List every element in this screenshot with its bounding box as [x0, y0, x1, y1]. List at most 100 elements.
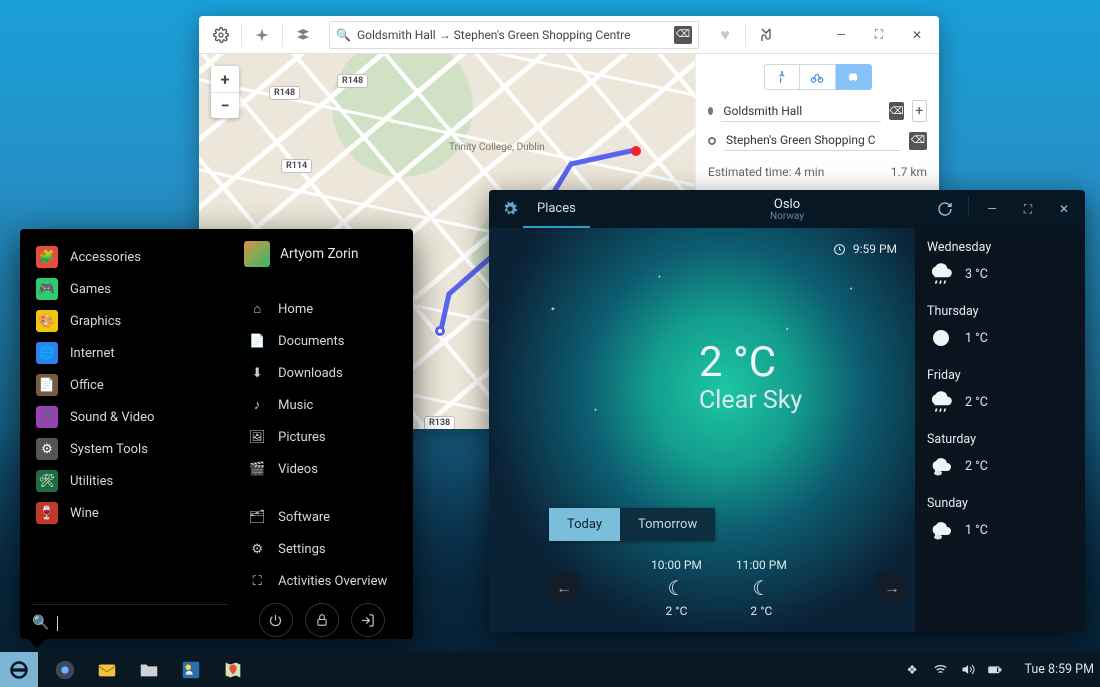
- close-button[interactable]: ✕: [1051, 196, 1077, 222]
- category-office[interactable]: 📄Office: [32, 369, 228, 401]
- close-button[interactable]: ✕: [903, 21, 931, 49]
- system-activities-overview[interactable]: ⛶Activities Overview: [244, 565, 399, 597]
- taskbar-clock[interactable]: Tue 8:59 PM: [1024, 662, 1094, 677]
- logout-button[interactable]: [351, 603, 385, 637]
- taskbar-app-mail[interactable]: [90, 656, 124, 684]
- tab-places[interactable]: Places: [523, 190, 590, 228]
- system-icon: 🗂: [248, 510, 266, 525]
- place-home[interactable]: ⌂Home: [244, 293, 399, 325]
- category-system-tools[interactable]: ⚙ System Tools: [32, 433, 228, 465]
- dest-dot-icon: [708, 137, 716, 145]
- divider: [968, 196, 969, 216]
- mode-bike[interactable]: [800, 64, 836, 90]
- place-music[interactable]: ♪Music: [244, 389, 399, 421]
- layers-icon[interactable]: [289, 21, 317, 49]
- search-input[interactable]: [357, 28, 674, 42]
- divider: [745, 23, 746, 47]
- place-downloads[interactable]: ⬇Downloads: [244, 357, 399, 389]
- estimated-time: Estimated time: 4 min: [708, 165, 824, 179]
- minimize-button[interactable]: —: [979, 196, 1005, 222]
- maps-toolbar: 🔍 ⌫ ♥ — ⛶ ✕: [199, 16, 939, 54]
- origin-input[interactable]: [721, 101, 881, 122]
- system-software[interactable]: 🗂 Software: [244, 501, 399, 533]
- taskbar-app-maps[interactable]: [216, 656, 250, 684]
- volume-icon[interactable]: [960, 662, 975, 677]
- power-row: [244, 597, 399, 637]
- category-utilities[interactable]: 🛠Utilities: [32, 465, 228, 497]
- taskbar-app-files[interactable]: [132, 656, 166, 684]
- maximize-button[interactable]: ⛶: [1015, 196, 1041, 222]
- folder-icon: ♪: [248, 397, 266, 413]
- forecast-temp: 3 °C: [965, 267, 988, 282]
- category-internet[interactable]: 🌐Internet: [32, 337, 228, 369]
- hourly-next-button[interactable]: →: [877, 573, 907, 603]
- system-label: Software: [278, 510, 330, 525]
- category-icon: 🧩: [36, 246, 58, 268]
- taskbar: ❖ Tue 8:59 PM: [0, 652, 1100, 687]
- forecast-day-name: Sunday: [927, 496, 1073, 511]
- destination-input[interactable]: [724, 130, 901, 151]
- tomorrow-tab[interactable]: Tomorrow: [620, 508, 715, 541]
- route-dest-marker: [435, 326, 445, 336]
- category-label: Games: [70, 282, 111, 297]
- category-graphics[interactable]: 🎨Graphics: [32, 305, 228, 337]
- mode-car[interactable]: [836, 64, 872, 90]
- forecast-day-name: Saturday: [927, 432, 1073, 447]
- category-label: Accessories: [70, 250, 141, 265]
- category-games[interactable]: 🎮 Games: [32, 273, 228, 305]
- taskbar-app-weather[interactable]: [174, 656, 208, 684]
- battery-icon[interactable]: [987, 662, 1002, 677]
- hour-time: 10:00 PM: [651, 558, 702, 572]
- clear-night-icon: [927, 324, 955, 352]
- gear-icon[interactable]: [207, 21, 235, 49]
- launcher-button[interactable]: [0, 652, 38, 687]
- hourly-prev-button[interactable]: ←: [549, 573, 579, 603]
- weather-time-text: 9:59 PM: [853, 242, 897, 256]
- folder-icon: ⬇: [248, 366, 266, 381]
- rain-icon: [927, 260, 955, 288]
- power-button[interactable]: [259, 603, 293, 637]
- forecast-day-name: Wednesday: [927, 240, 1073, 255]
- system-icon: ⚙: [248, 542, 266, 557]
- place-label: Home: [278, 302, 313, 317]
- cloudy-icon: [927, 452, 955, 480]
- search-field[interactable]: 🔍 ⌫: [329, 21, 699, 49]
- clear-origin-button[interactable]: ⌫: [889, 102, 903, 120]
- category-sound-video[interactable]: 🎵Sound & Video: [32, 401, 228, 433]
- favorite-icon[interactable]: ♥: [711, 21, 739, 49]
- user-row[interactable]: Artyom Zorin: [244, 241, 399, 267]
- gear-icon[interactable]: [497, 196, 523, 222]
- minimize-button[interactable]: —: [827, 21, 855, 49]
- zoom-out-button[interactable]: −: [211, 92, 239, 118]
- weather-main-panel: 9:59 PM 2 °C Clear Sky Today Tomorrow ← …: [489, 228, 915, 632]
- refresh-button[interactable]: [932, 196, 958, 222]
- wifi-icon[interactable]: [933, 662, 948, 677]
- start-menu-search[interactable]: 🔍: [32, 604, 228, 631]
- maximize-button[interactable]: ⛶: [865, 21, 893, 49]
- route-icon[interactable]: [752, 21, 780, 49]
- place-pictures[interactable]: 🖼Pictures: [244, 421, 399, 453]
- category-icon: ⚙: [36, 438, 58, 460]
- taskbar-app-browser[interactable]: [48, 656, 82, 684]
- system-settings[interactable]: ⚙ Settings: [244, 533, 399, 565]
- system-label: Settings: [278, 542, 325, 557]
- place-videos[interactable]: 🎬Videos: [244, 453, 399, 485]
- today-tab[interactable]: Today: [549, 508, 620, 541]
- category-icon: 🎮: [36, 278, 58, 300]
- clear-destination-button[interactable]: ⌫: [909, 132, 927, 150]
- system-icon: ⛶: [248, 574, 266, 589]
- folder-icon: 🖼: [248, 430, 266, 445]
- compass-icon[interactable]: [248, 21, 276, 49]
- moon-small-icon: ☾: [736, 576, 787, 600]
- estimated-distance: 1.7 km: [891, 165, 927, 179]
- lock-button[interactable]: [305, 603, 339, 637]
- add-waypoint-button[interactable]: +: [912, 100, 927, 122]
- mode-walk[interactable]: [764, 64, 800, 90]
- place-documents[interactable]: 📄Documents: [244, 325, 399, 357]
- category-label: System Tools: [70, 442, 148, 457]
- clear-search-button[interactable]: ⌫: [674, 26, 692, 44]
- category-accessories[interactable]: 🧩 Accessories: [32, 241, 228, 273]
- category-wine[interactable]: 🍷Wine: [32, 497, 228, 529]
- zoom-in-button[interactable]: +: [211, 66, 239, 92]
- bluetooth-icon[interactable]: ❖: [906, 662, 921, 677]
